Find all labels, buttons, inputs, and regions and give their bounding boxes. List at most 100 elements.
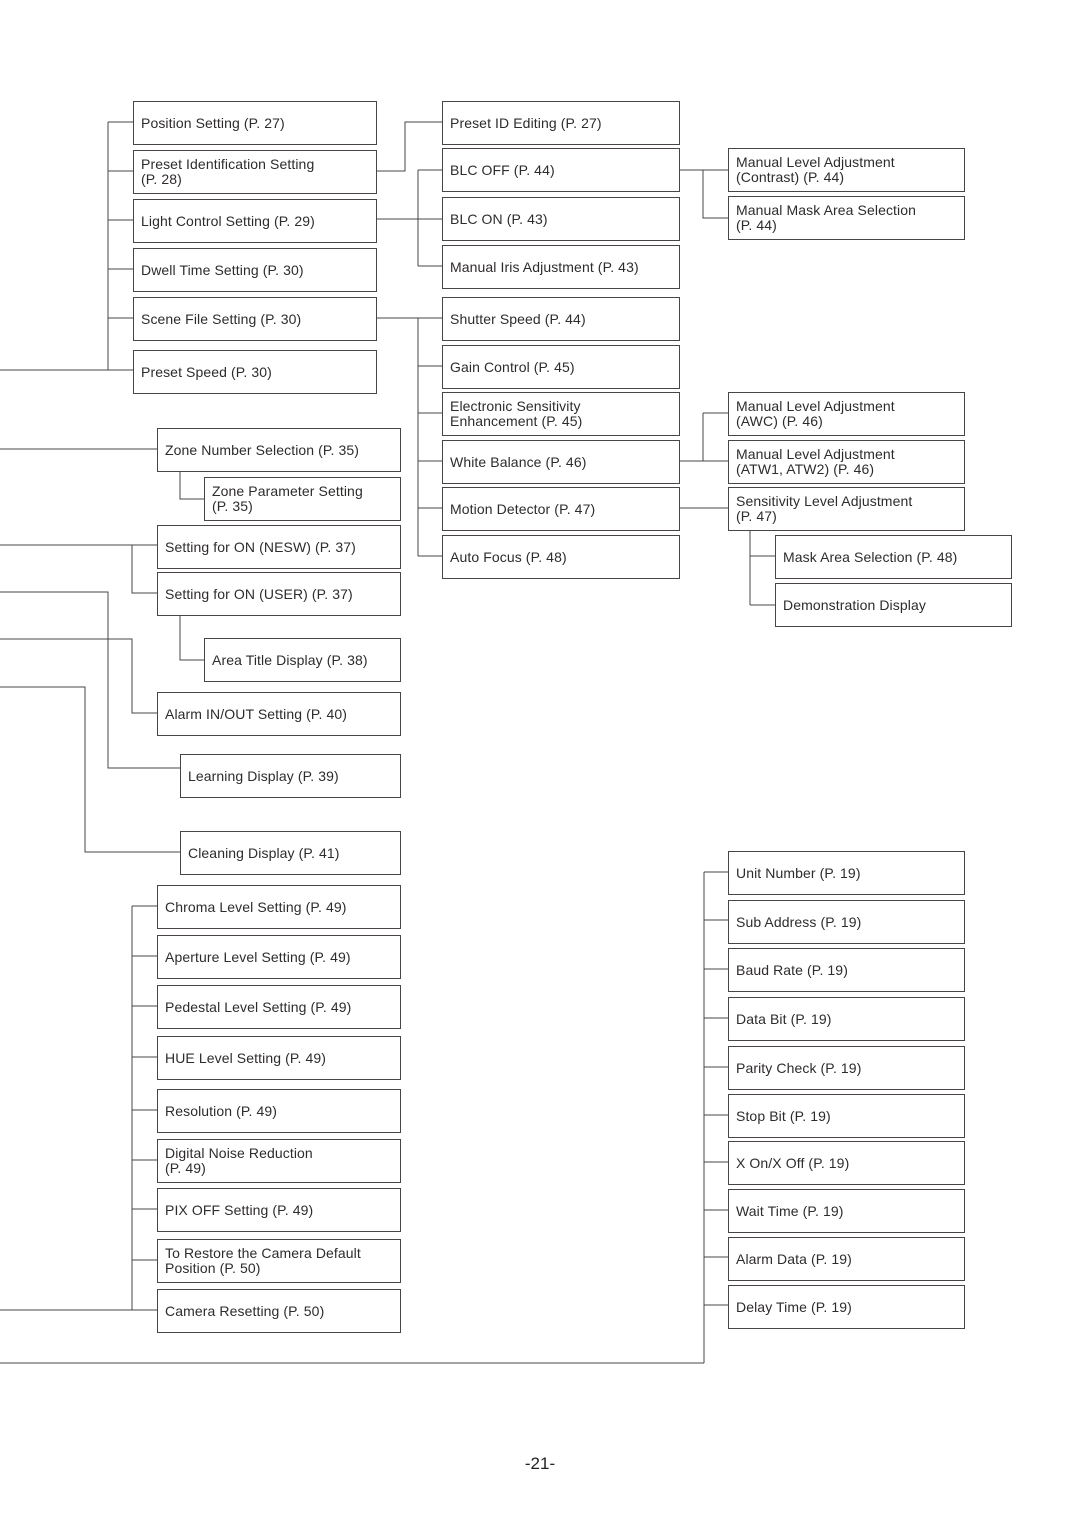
menu-box-label: Light Control Setting (P. 29) — [141, 212, 315, 229]
menu-box-manual-level-adjustment-contrast: Manual Level Adjustment (Contrast) (P. 4… — [728, 148, 965, 192]
menu-box-preset-identification-setting: Preset Identification Setting (P. 28) — [133, 150, 377, 194]
connector-picture-menu-trunk — [0, 905, 157, 1311]
menu-box-label: Manual Level Adjustment (AWC) (P. 46) — [736, 398, 895, 429]
menu-box-label: Preset Speed (P. 30) — [141, 363, 272, 380]
menu-box-shutter-speed: Shutter Speed (P. 44) — [442, 297, 680, 341]
menu-box-wait-time: Wait Time (P. 19) — [728, 1189, 965, 1233]
menu-box-label: Shutter Speed (P. 44) — [450, 310, 586, 327]
menu-box-aperture-level-setting: Aperture Level Setting (P. 49) — [157, 935, 401, 979]
menu-box-label: Learning Display (P. 39) — [188, 767, 339, 784]
menu-box-unit-number: Unit Number (P. 19) — [728, 851, 965, 895]
connector-light-control — [377, 169, 442, 267]
menu-box-manual-iris-adjustment: Manual Iris Adjustment (P. 43) — [442, 245, 680, 289]
connector-preset-identification — [377, 121, 442, 172]
menu-box-label: Unit Number (P. 19) — [736, 864, 861, 881]
menu-box-setting-for-on-nesw: Setting for ON (NESW) (P. 37) — [157, 525, 401, 569]
menu-box-label: Pedestal Level Setting (P. 49) — [165, 998, 352, 1015]
menu-box-label: Resolution (P. 49) — [165, 1102, 278, 1119]
connector-preset-menu-trunk — [0, 121, 133, 371]
menu-box-preset-speed: Preset Speed (P. 30) — [133, 350, 377, 394]
menu-box-label: Demonstration Display — [783, 596, 926, 613]
menu-box-gain-control: Gain Control (P. 45) — [442, 345, 680, 389]
menu-box-label: BLC OFF (P. 44) — [450, 161, 555, 178]
menu-box-mask-area-selection: Mask Area Selection (P. 48) — [775, 535, 1012, 579]
menu-box-label: Alarm Data (P. 19) — [736, 1250, 852, 1267]
menu-box-manual-level-adjustment-atw: Manual Level Adjustment (ATW1, ATW2) (P.… — [728, 440, 965, 484]
menu-box-blc-on: BLC ON (P. 43) — [442, 197, 680, 241]
menu-box-white-balance: White Balance (P. 46) — [442, 440, 680, 484]
menu-box-label: PIX OFF Setting (P. 49) — [165, 1201, 314, 1218]
menu-box-area-title-display: Area Title Display (P. 38) — [204, 638, 401, 682]
menu-box-data-bit: Data Bit (P. 19) — [728, 997, 965, 1041]
menu-box-label: Parity Check (P. 19) — [736, 1059, 862, 1076]
connector-sensitivity-level — [749, 531, 775, 606]
menu-box-pedestal-level-setting: Pedestal Level Setting (P. 49) — [157, 985, 401, 1029]
menu-box-label: Position Setting (P. 27) — [141, 114, 285, 131]
menu-box-scene-file-setting: Scene File Setting (P. 30) — [133, 297, 377, 341]
menu-box-restore-camera-default-position: To Restore the Camera Default Position (… — [157, 1239, 401, 1283]
menu-box-label: Preset ID Editing (P. 27) — [450, 114, 602, 131]
menu-box-light-control-setting: Light Control Setting (P. 29) — [133, 199, 377, 243]
connector-cleaning — [0, 686, 180, 853]
menu-box-zone-parameter-setting: Zone Parameter Setting (P. 35) — [204, 477, 401, 521]
menu-box-x-on-x-off: X On/X Off (P. 19) — [728, 1141, 965, 1185]
connector-white-balance — [680, 412, 728, 462]
menu-box-label: Preset Identification Setting (P. 28) — [141, 156, 315, 187]
connector-blc-off — [680, 169, 728, 219]
menu-box-label: Dwell Time Setting (P. 30) — [141, 261, 304, 278]
menu-box-auto-focus: Auto Focus (P. 48) — [442, 535, 680, 579]
menu-box-demonstration-display: Demonstration Display — [775, 583, 1012, 627]
menu-box-label: Manual Iris Adjustment (P. 43) — [450, 258, 639, 275]
menu-box-label: Setting for ON (NESW) (P. 37) — [165, 538, 356, 555]
menu-box-sensitivity-level-adjustment: Sensitivity Level Adjustment (P. 47) — [728, 487, 965, 531]
menu-box-setting-for-on-user: Setting for ON (USER) (P. 37) — [157, 572, 401, 616]
menu-box-label: Setting for ON (USER) (P. 37) — [165, 585, 353, 602]
menu-box-label: Cleaning Display (P. 41) — [188, 844, 340, 861]
menu-box-label: Scene File Setting (P. 30) — [141, 310, 302, 327]
menu-box-delay-time: Delay Time (P. 19) — [728, 1285, 965, 1329]
menu-box-position-setting: Position Setting (P. 27) — [133, 101, 377, 145]
menu-box-label: Alarm IN/OUT Setting (P. 40) — [165, 705, 348, 722]
menu-box-stop-bit: Stop Bit (P. 19) — [728, 1094, 965, 1138]
menu-box-pix-off-setting: PIX OFF Setting (P. 49) — [157, 1188, 401, 1232]
menu-box-label: Sub Address (P. 19) — [736, 913, 862, 930]
menu-box-label: Camera Resetting (P. 50) — [165, 1302, 325, 1319]
menu-box-label: Electronic Sensitivity Enhancement (P. 4… — [450, 398, 583, 429]
menu-box-learning-display: Learning Display (P. 39) — [180, 754, 401, 798]
menu-box-alarm-data: Alarm Data (P. 19) — [728, 1237, 965, 1281]
menu-box-label: Zone Parameter Setting (P. 35) — [212, 483, 363, 514]
menu-box-label: Sensitivity Level Adjustment (P. 47) — [736, 493, 913, 524]
menu-box-label: Area Title Display (P. 38) — [212, 651, 368, 668]
menu-box-label: Zone Number Selection (P. 35) — [165, 441, 360, 458]
menu-box-label: White Balance (P. 46) — [450, 453, 587, 470]
menu-box-label: Manual Level Adjustment (ATW1, ATW2) (P.… — [736, 446, 895, 477]
menu-box-cleaning-display: Cleaning Display (P. 41) — [180, 831, 401, 875]
menu-box-label: Wait Time (P. 19) — [736, 1202, 844, 1219]
menu-box-resolution: Resolution (P. 49) — [157, 1089, 401, 1133]
menu-box-camera-resetting: Camera Resetting (P. 50) — [157, 1289, 401, 1333]
menu-box-zone-number-selection: Zone Number Selection (P. 35) — [157, 428, 401, 472]
menu-box-label: Mask Area Selection (P. 48) — [783, 548, 958, 565]
menu-box-alarm-in-out-setting: Alarm IN/OUT Setting (P. 40) — [157, 692, 401, 736]
menu-box-electronic-sensitivity-enhancement: Electronic Sensitivity Enhancement (P. 4… — [442, 392, 680, 436]
menu-box-hue-level-setting: HUE Level Setting (P. 49) — [157, 1036, 401, 1080]
menu-box-label: Manual Level Adjustment (Contrast) (P. 4… — [736, 154, 895, 185]
menu-box-label: To Restore the Camera Default Position (… — [165, 1245, 361, 1276]
menu-tree-page: Position Setting (P. 27) Preset Identifi… — [0, 0, 1080, 1526]
menu-box-parity-check: Parity Check (P. 19) — [728, 1046, 965, 1090]
menu-box-manual-level-adjustment-awc: Manual Level Adjustment (AWC) (P. 46) — [728, 392, 965, 436]
menu-box-label: Delay Time (P. 19) — [736, 1298, 852, 1315]
menu-box-preset-id-editing: Preset ID Editing (P. 27) — [442, 101, 680, 145]
connector-alarm — [0, 638, 157, 714]
menu-box-label: Manual Mask Area Selection (P. 44) — [736, 202, 917, 233]
menu-box-label: X On/X Off (P. 19) — [736, 1154, 850, 1171]
menu-box-chroma-level-setting: Chroma Level Setting (P. 49) — [157, 885, 401, 929]
menu-box-label: Digital Noise Reduction (P. 49) — [165, 1145, 313, 1176]
menu-box-baud-rate: Baud Rate (P. 19) — [728, 948, 965, 992]
menu-box-label: Stop Bit (P. 19) — [736, 1107, 831, 1124]
menu-box-label: BLC ON (P. 43) — [450, 210, 548, 227]
menu-box-digital-noise-reduction: Digital Noise Reduction (P. 49) — [157, 1139, 401, 1183]
menu-box-blc-off: BLC OFF (P. 44) — [442, 148, 680, 192]
menu-box-label: Baud Rate (P. 19) — [736, 961, 848, 978]
menu-box-label: Gain Control (P. 45) — [450, 358, 575, 375]
